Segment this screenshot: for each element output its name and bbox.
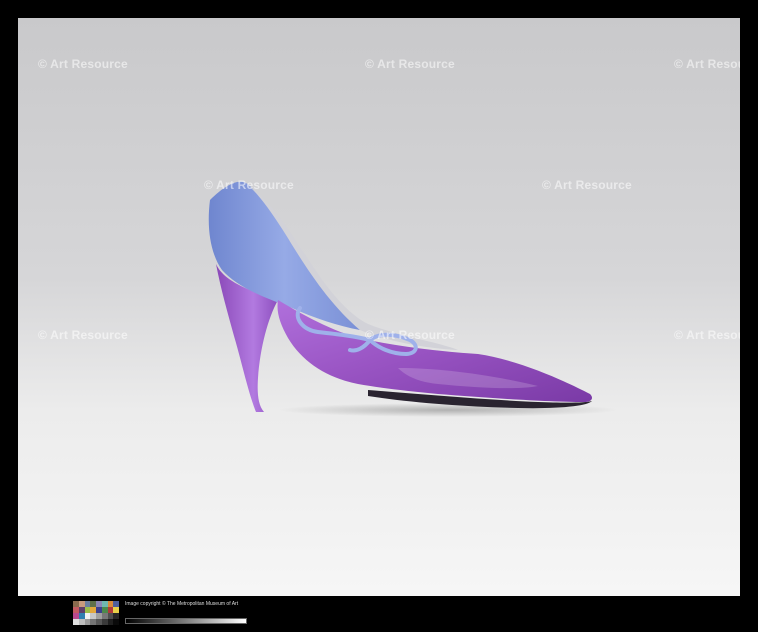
watermark-text: © Art Resource bbox=[674, 57, 740, 71]
grayscale-strip bbox=[125, 618, 247, 624]
watermark-text: © Art Resource bbox=[38, 57, 128, 71]
copyright-text: Image copyright © The Metropolitan Museu… bbox=[125, 601, 239, 607]
color-swatch bbox=[113, 619, 119, 625]
watermark-text: © Art Resource bbox=[365, 57, 455, 71]
watermark-text: © Art Resource bbox=[542, 178, 632, 192]
color-calibration-chart bbox=[73, 601, 119, 625]
watermark-text: © Art Resource bbox=[365, 328, 455, 342]
watermark-text: © Art Resource bbox=[674, 328, 740, 342]
watermark-text: © Art Resource bbox=[204, 178, 294, 192]
watermark-text: © Art Resource bbox=[38, 328, 128, 342]
shoe-illustration bbox=[208, 181, 618, 417]
photograph: © Art Resource © Art Resource © Art Reso… bbox=[18, 18, 740, 596]
